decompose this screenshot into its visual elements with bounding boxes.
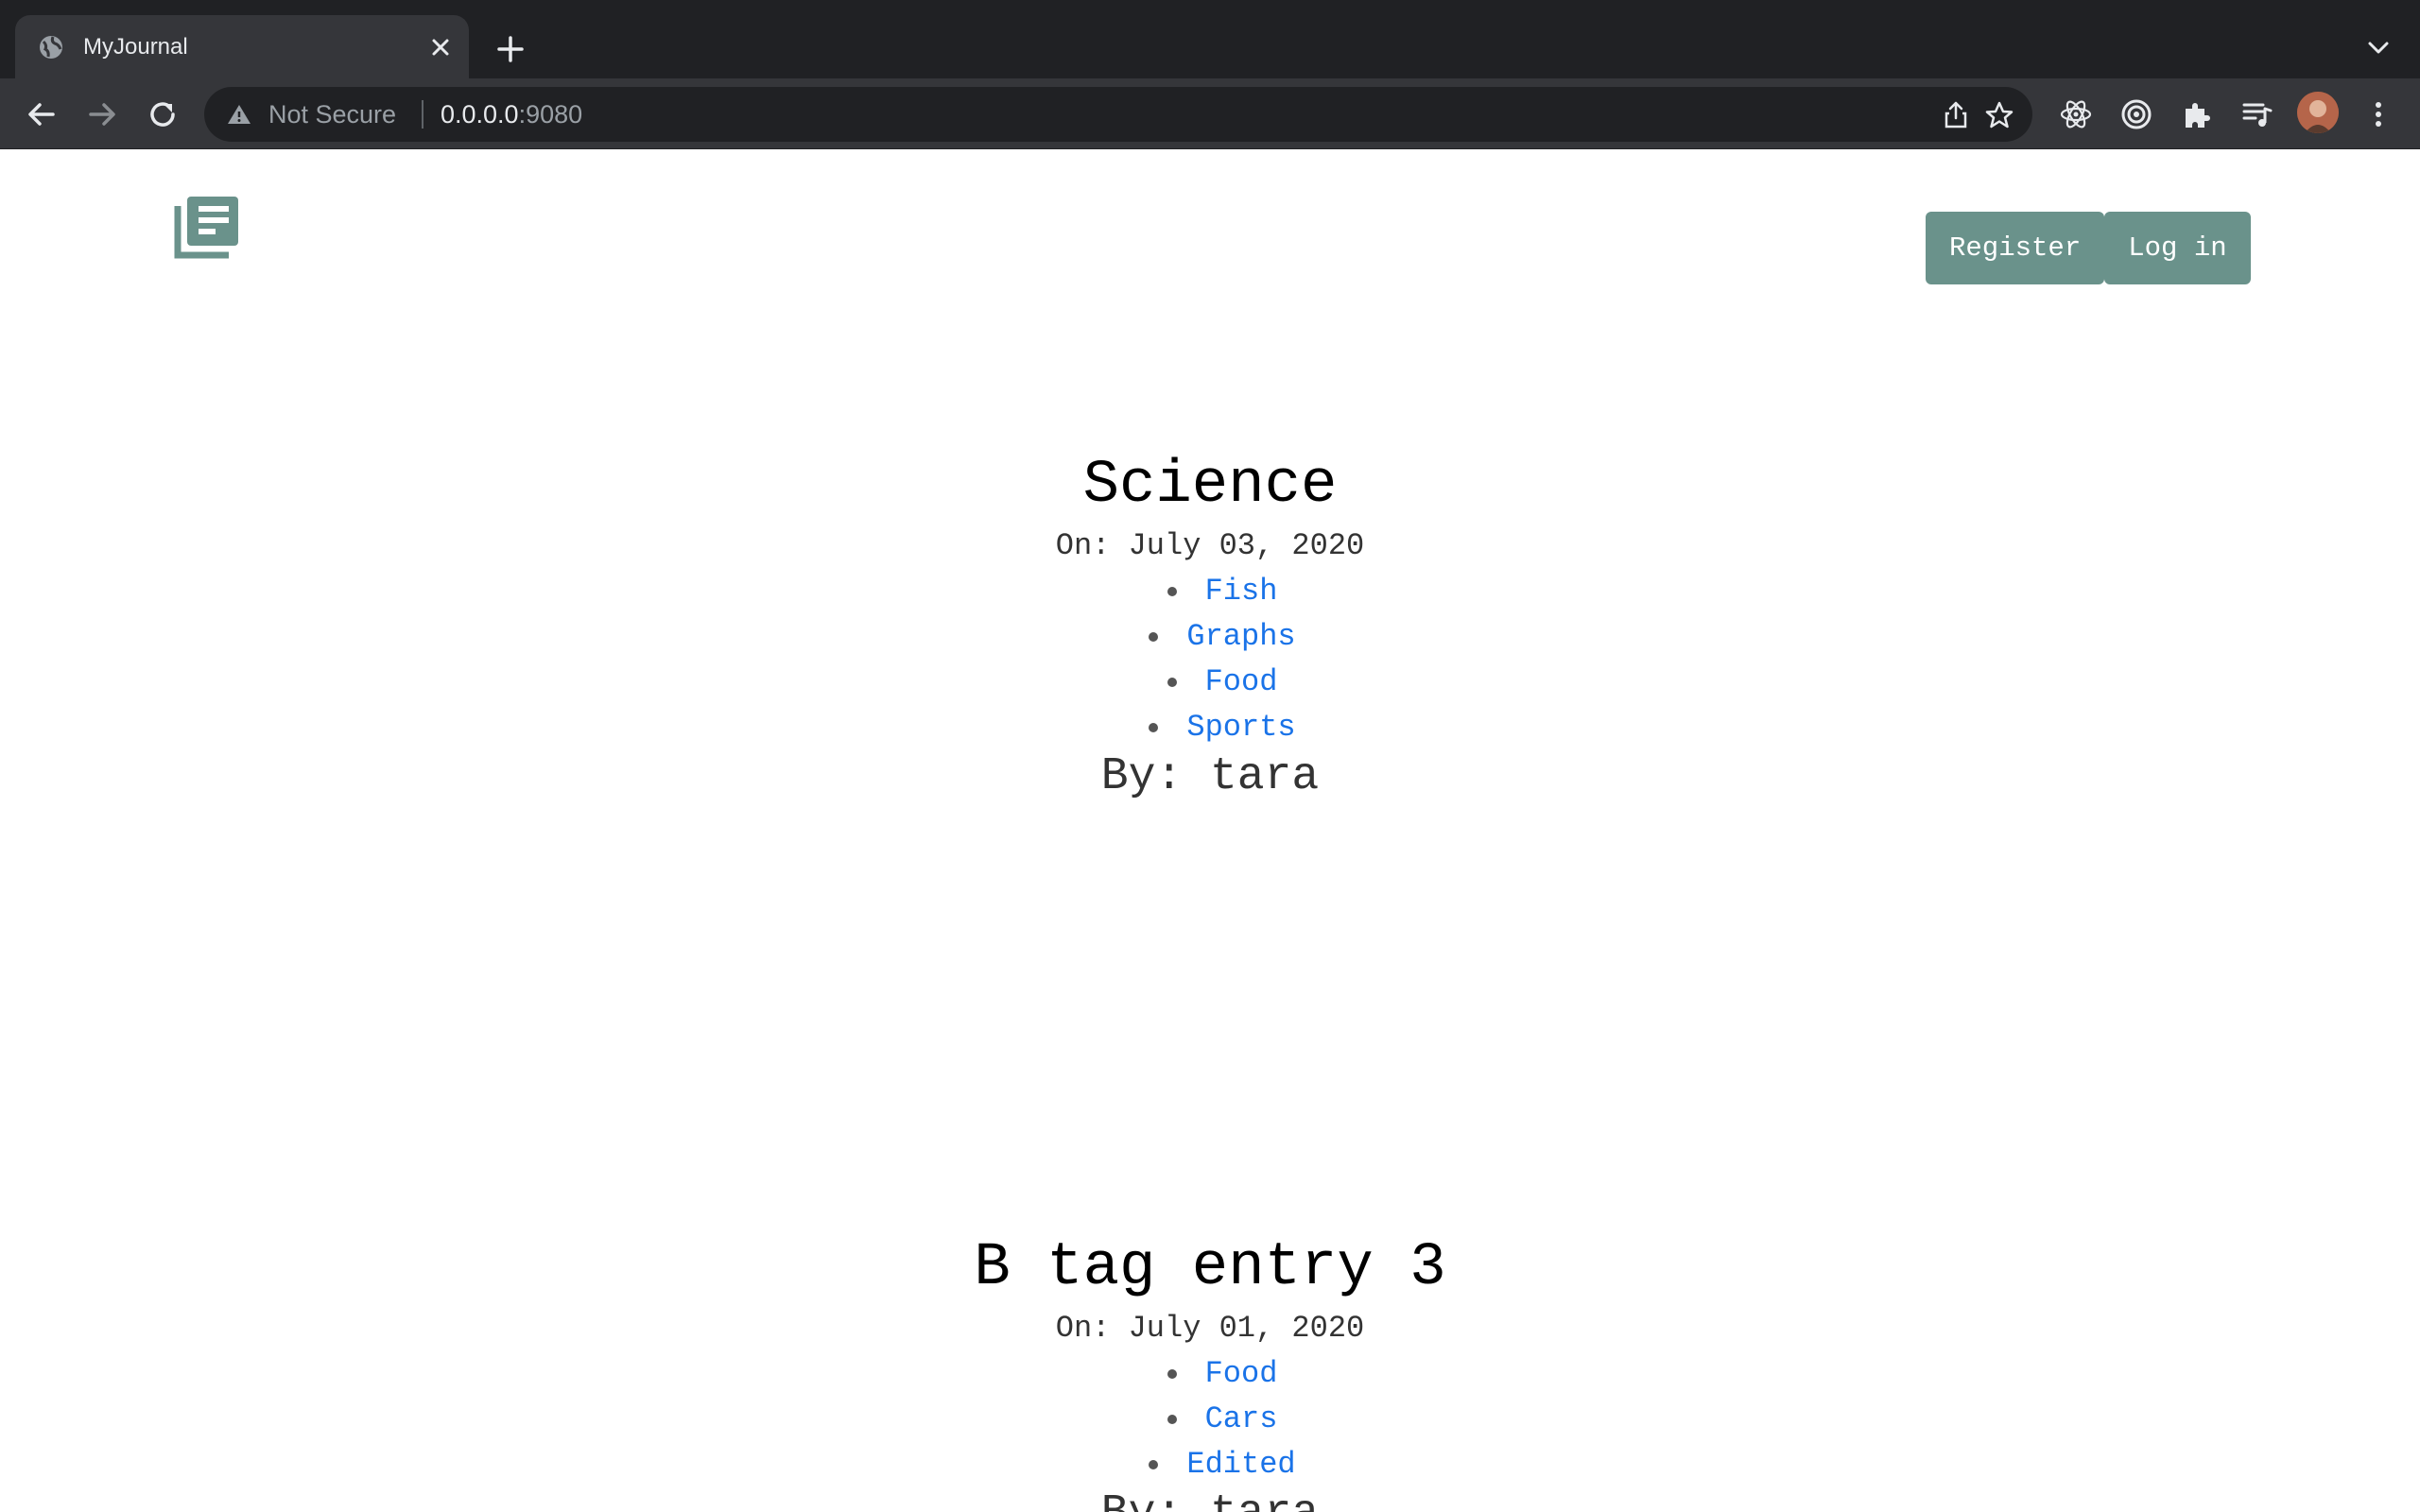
profile-photo-icon	[2297, 92, 2339, 133]
reload-icon[interactable]	[144, 95, 182, 133]
extensions-puzzle-icon[interactable]	[2178, 95, 2216, 133]
forward-icon[interactable]	[83, 95, 121, 133]
bullet-icon	[1149, 722, 1159, 732]
tag-list: Food Cars Edited	[0, 1351, 2420, 1487]
tag-item: Food	[0, 1351, 2420, 1397]
tag-item: Sports	[0, 705, 2420, 750]
address-bar[interactable]: Not Secure 0.0.0.0:9080	[204, 87, 2032, 142]
bullet-icon	[1167, 586, 1177, 596]
tab-title: MyJournal	[83, 34, 188, 60]
auth-buttons: Register Log in	[1926, 212, 2251, 284]
bullet-icon	[1149, 1459, 1159, 1469]
tag-link[interactable]: Food	[1205, 664, 1278, 699]
journal-entry: B tag entry 3 On: July 01, 2020 Food Car…	[0, 1230, 2420, 1512]
tag-link[interactable]: Food	[1205, 1356, 1278, 1391]
entry-author: By: tara	[1100, 751, 1320, 802]
tag-item: Cars	[0, 1397, 2420, 1442]
browser-tabstrip: MyJournal	[0, 0, 2420, 78]
tag-item: Graphs	[0, 614, 2420, 660]
journal-entry: Science On: July 03, 2020 Fish Graphs Fo…	[0, 448, 2420, 803]
tag-link[interactable]: Sports	[1186, 710, 1295, 745]
login-button[interactable]: Log in	[2104, 212, 2251, 284]
bullet-icon	[1149, 631, 1159, 642]
tag-link[interactable]: Cars	[1205, 1401, 1278, 1436]
tag-link[interactable]: Fish	[1205, 574, 1278, 609]
entry-title[interactable]: B tag entry 3	[0, 1230, 2420, 1306]
tag-item: Fish	[0, 569, 2420, 614]
page-content: Register Log in Science On: July 03, 202…	[0, 149, 2420, 1512]
bullet-icon	[1167, 677, 1177, 687]
more-menu-icon[interactable]	[2360, 95, 2397, 133]
warning-icon	[228, 105, 251, 124]
back-icon[interactable]	[23, 95, 60, 133]
journal-logo-icon[interactable]	[174, 193, 242, 259]
bullet-icon	[1167, 1368, 1177, 1379]
url-port: :9080	[518, 100, 583, 129]
bullet-icon	[1167, 1414, 1177, 1424]
chevron-down-icon[interactable]	[2360, 28, 2397, 66]
entry-date: On: July 01, 2020	[1055, 1311, 1365, 1346]
entry-author: By: tara	[0, 1487, 2420, 1512]
share-icon[interactable]	[1940, 99, 1972, 131]
security-label[interactable]: Not Secure	[268, 99, 396, 129]
globe-icon	[40, 36, 62, 59]
omnibox-divider	[422, 100, 424, 129]
tag-link[interactable]: Edited	[1186, 1447, 1295, 1482]
react-devtools-icon[interactable]	[2057, 95, 2095, 133]
target-extension-icon[interactable]	[2118, 95, 2155, 133]
entry-title[interactable]: Science	[0, 448, 2420, 524]
url-text[interactable]: 0.0.0.0:9080	[441, 99, 582, 129]
tag-item: Food	[0, 660, 2420, 705]
tag-item: Edited	[0, 1442, 2420, 1487]
register-button[interactable]: Register	[1926, 212, 2105, 284]
tag-list: Fish Graphs Food Sports	[0, 569, 2420, 750]
entry-date: On: July 03, 2020	[1055, 528, 1365, 563]
new-tab-icon[interactable]	[492, 30, 529, 68]
tag-link[interactable]: Graphs	[1186, 619, 1295, 654]
avatar[interactable]	[2297, 92, 2339, 133]
url-host: 0.0.0.0	[441, 100, 519, 129]
media-playlist-icon[interactable]	[2238, 95, 2276, 133]
star-icon[interactable]	[1983, 99, 2015, 131]
close-icon[interactable]	[425, 32, 456, 62]
browser-tab[interactable]: MyJournal	[15, 15, 469, 78]
browser-toolbar: Not Secure 0.0.0.0:9080	[0, 78, 2420, 149]
